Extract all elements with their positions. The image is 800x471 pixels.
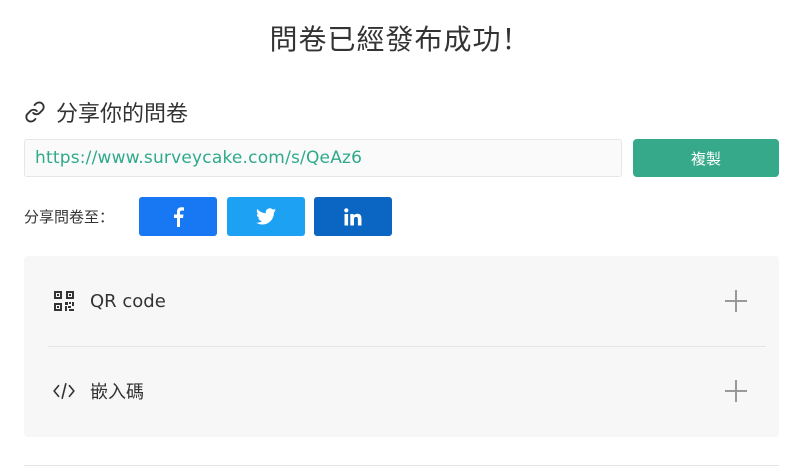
survey-url-field[interactable]: https://www.surveycake.com/s/QeAz6: [24, 139, 622, 177]
twitter-icon: [256, 208, 276, 225]
qr-code-label: QR code: [90, 290, 166, 312]
embed-code-label: 嵌入碼: [90, 382, 144, 403]
share-to-label: 分享問卷至：: [24, 207, 115, 226]
copy-button[interactable]: 複製: [633, 139, 779, 177]
share-facebook-button[interactable]: [139, 197, 217, 236]
plus-icon[interactable]: [725, 380, 747, 402]
survey-url-text: https://www.surveycake.com/s/QeAz6: [35, 148, 363, 168]
embed-code-section-toggle[interactable]: 嵌入碼: [24, 346, 779, 436]
qr-code-section-toggle[interactable]: QR code: [24, 256, 779, 346]
facebook-icon: [172, 206, 184, 227]
share-options-panel: QR code 嵌入碼: [24, 256, 779, 437]
share-heading: 分享你的問卷: [24, 96, 188, 128]
share-linkedin-button[interactable]: [314, 197, 392, 236]
share-twitter-button[interactable]: [227, 197, 305, 236]
qr-code-icon: [52, 289, 76, 313]
share-heading-label: 分享你的問卷: [56, 102, 189, 127]
linkedin-icon: [344, 207, 362, 226]
share-survey-page: 問卷已經發布成功！ 分享你的問卷 https://www.surveycake.…: [0, 0, 800, 471]
plus-icon[interactable]: [725, 290, 747, 312]
footer-divider: [24, 465, 779, 466]
code-icon: [52, 379, 76, 403]
page-title: 問卷已經發布成功！: [269, 23, 531, 56]
link-icon: [24, 101, 46, 123]
